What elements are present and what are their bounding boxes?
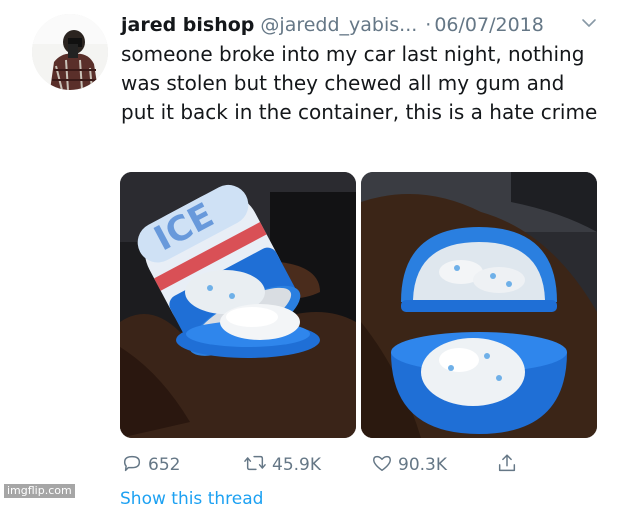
tweet-photo-1[interactable]: ICE [120,172,356,438]
tweet-text: someone broke into my car last night, no… [121,42,598,124]
separator-dot: · [425,14,432,36]
author-handle[interactable]: @jaredd_yabis... [260,14,417,36]
author-name[interactable]: jared bishop [121,14,254,36]
like-count: 90.3K [398,455,447,475]
chevron-down-icon[interactable] [580,14,598,32]
reply-icon [121,452,148,479]
reply-button[interactable]: 652 [121,452,180,478]
avatar[interactable] [32,14,108,90]
tweet-actions: 652 45.9K 90.3K [121,452,541,478]
tweet-photo-2[interactable] [361,172,597,438]
share-button[interactable] [496,452,523,478]
like-button[interactable]: 90.3K [371,452,447,478]
reply-count: 652 [148,455,181,475]
tweet-header: jared bishop @jaredd_yabis... · 06/07/2018 [121,12,601,38]
show-thread-link[interactable]: Show this thread [120,488,263,510]
retweet-count: 45.9K [272,455,321,475]
retweet-button[interactable]: 45.9K [243,452,321,478]
imgflip-watermark: imgflip.com [4,484,75,498]
tweet-date[interactable]: 06/07/2018 [434,14,544,36]
share-icon [496,452,523,479]
retweet-icon [243,452,272,479]
like-icon [371,452,398,479]
